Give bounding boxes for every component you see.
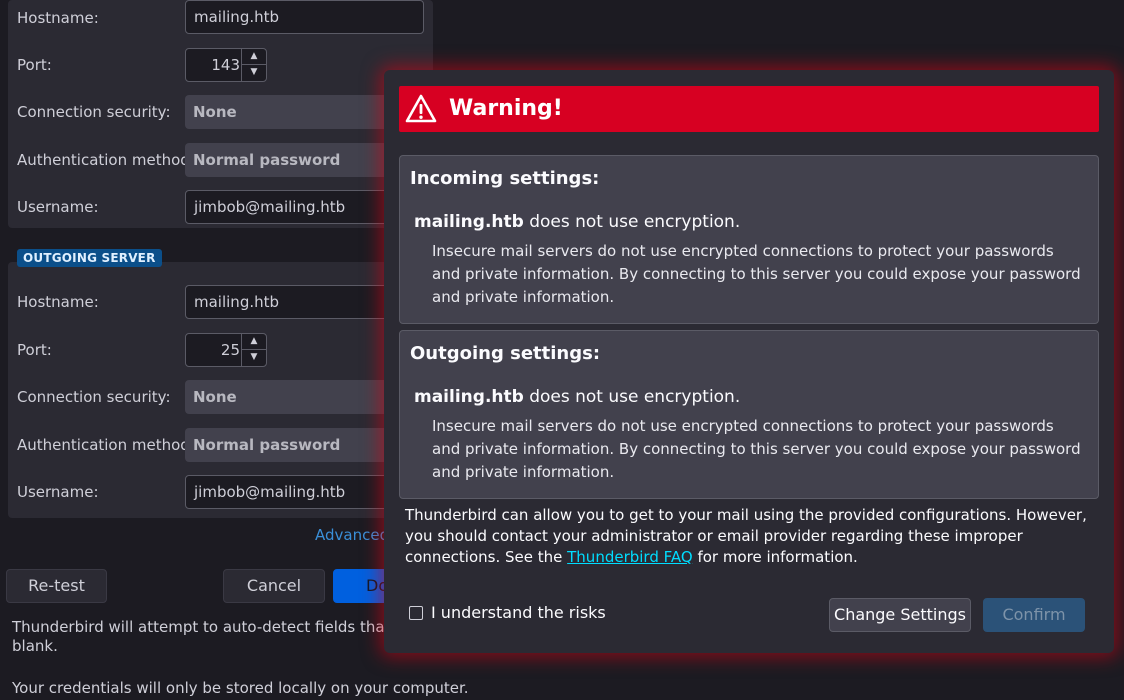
confirm-button[interactable]: Confirm [983,598,1085,632]
incoming-host: mailing.htb [414,212,524,232]
incoming-settings-heading: Incoming settings: [410,168,600,189]
outgoing-settings-heading: Outgoing settings: [410,343,601,364]
incoming-hostname-input[interactable]: mailing.htb [185,0,424,34]
outgoing-port-spinner[interactable]: ▲ ▼ [241,334,266,366]
incoming-port-value[interactable]: 143 [186,49,240,81]
chevron-down-icon[interactable]: ▼ [242,65,266,80]
incoming-security-label: Connection security: [17,103,171,121]
outgoing-server-badge: OUTGOING SERVER [17,249,162,267]
outgoing-encryption-statement: mailing.htb does not use encryption. [414,387,740,407]
advanced-config-link[interactable]: Advanced [315,526,389,544]
outgoing-username-label: Username: [17,483,99,501]
incoming-description: Insecure mail servers do not use encrypt… [432,242,1081,306]
incoming-encryption-statement: mailing.htb does not use encryption. [414,212,740,232]
warning-banner: Warning! [399,86,1099,132]
incoming-hostname-label: Hostname: [17,9,99,27]
incoming-port-label: Port: [17,56,52,74]
chevron-up-icon[interactable]: ▲ [242,49,266,65]
understand-risks-checkbox[interactable] [409,606,423,620]
outgoing-auth-label: Authentication method: [17,436,195,454]
incoming-auth-label: Authentication method: [17,151,195,169]
outgoing-description: Insecure mail servers do not use encrypt… [432,417,1081,481]
outgoing-hostname-label: Hostname: [17,293,99,311]
outgoing-settings-box: Outgoing settings: mailing.htb does not … [399,330,1099,499]
autodetect-note-line2: blank. [12,637,58,655]
incoming-port-spinner[interactable]: ▲ ▼ [241,49,266,81]
change-settings-button[interactable]: Change Settings [829,598,971,632]
insecure-warning-dialog: Warning! Incoming settings: mailing.htb … [384,70,1114,653]
understand-risks-label[interactable]: I understand the risks [431,603,606,622]
outgoing-statement-text: does not use encryption. [523,387,741,407]
incoming-username-label: Username: [17,198,99,216]
thunderbird-faq-link[interactable]: Thunderbird FAQ [567,548,693,566]
chevron-up-icon[interactable]: ▲ [242,334,266,350]
chevron-down-icon[interactable]: ▼ [242,350,266,365]
outgoing-host: mailing.htb [414,387,524,407]
autodetect-note: Thunderbird will attempt to auto-detect … [12,618,443,636]
incoming-port-stepper[interactable]: 143 ▲ ▼ [185,48,267,82]
incoming-settings-box: Incoming settings: mailing.htb does not … [399,155,1099,324]
dialog-footer-text: Thunderbird can allow you to get to your… [405,505,1095,568]
warning-title: Warning! [449,96,563,121]
footer-text-after: for more information. [692,548,858,566]
cancel-button[interactable]: Cancel [223,569,325,603]
credentials-note: Your credentials will only be stored loc… [12,679,469,697]
warning-triangle-icon [405,94,437,123]
retest-button[interactable]: Re-test [6,569,107,603]
outgoing-port-value[interactable]: 25 [186,334,240,366]
outgoing-port-label: Port: [17,341,52,359]
outgoing-security-label: Connection security: [17,388,171,406]
outgoing-port-stepper[interactable]: 25 ▲ ▼ [185,333,267,367]
incoming-statement-text: does not use encryption. [523,212,741,232]
